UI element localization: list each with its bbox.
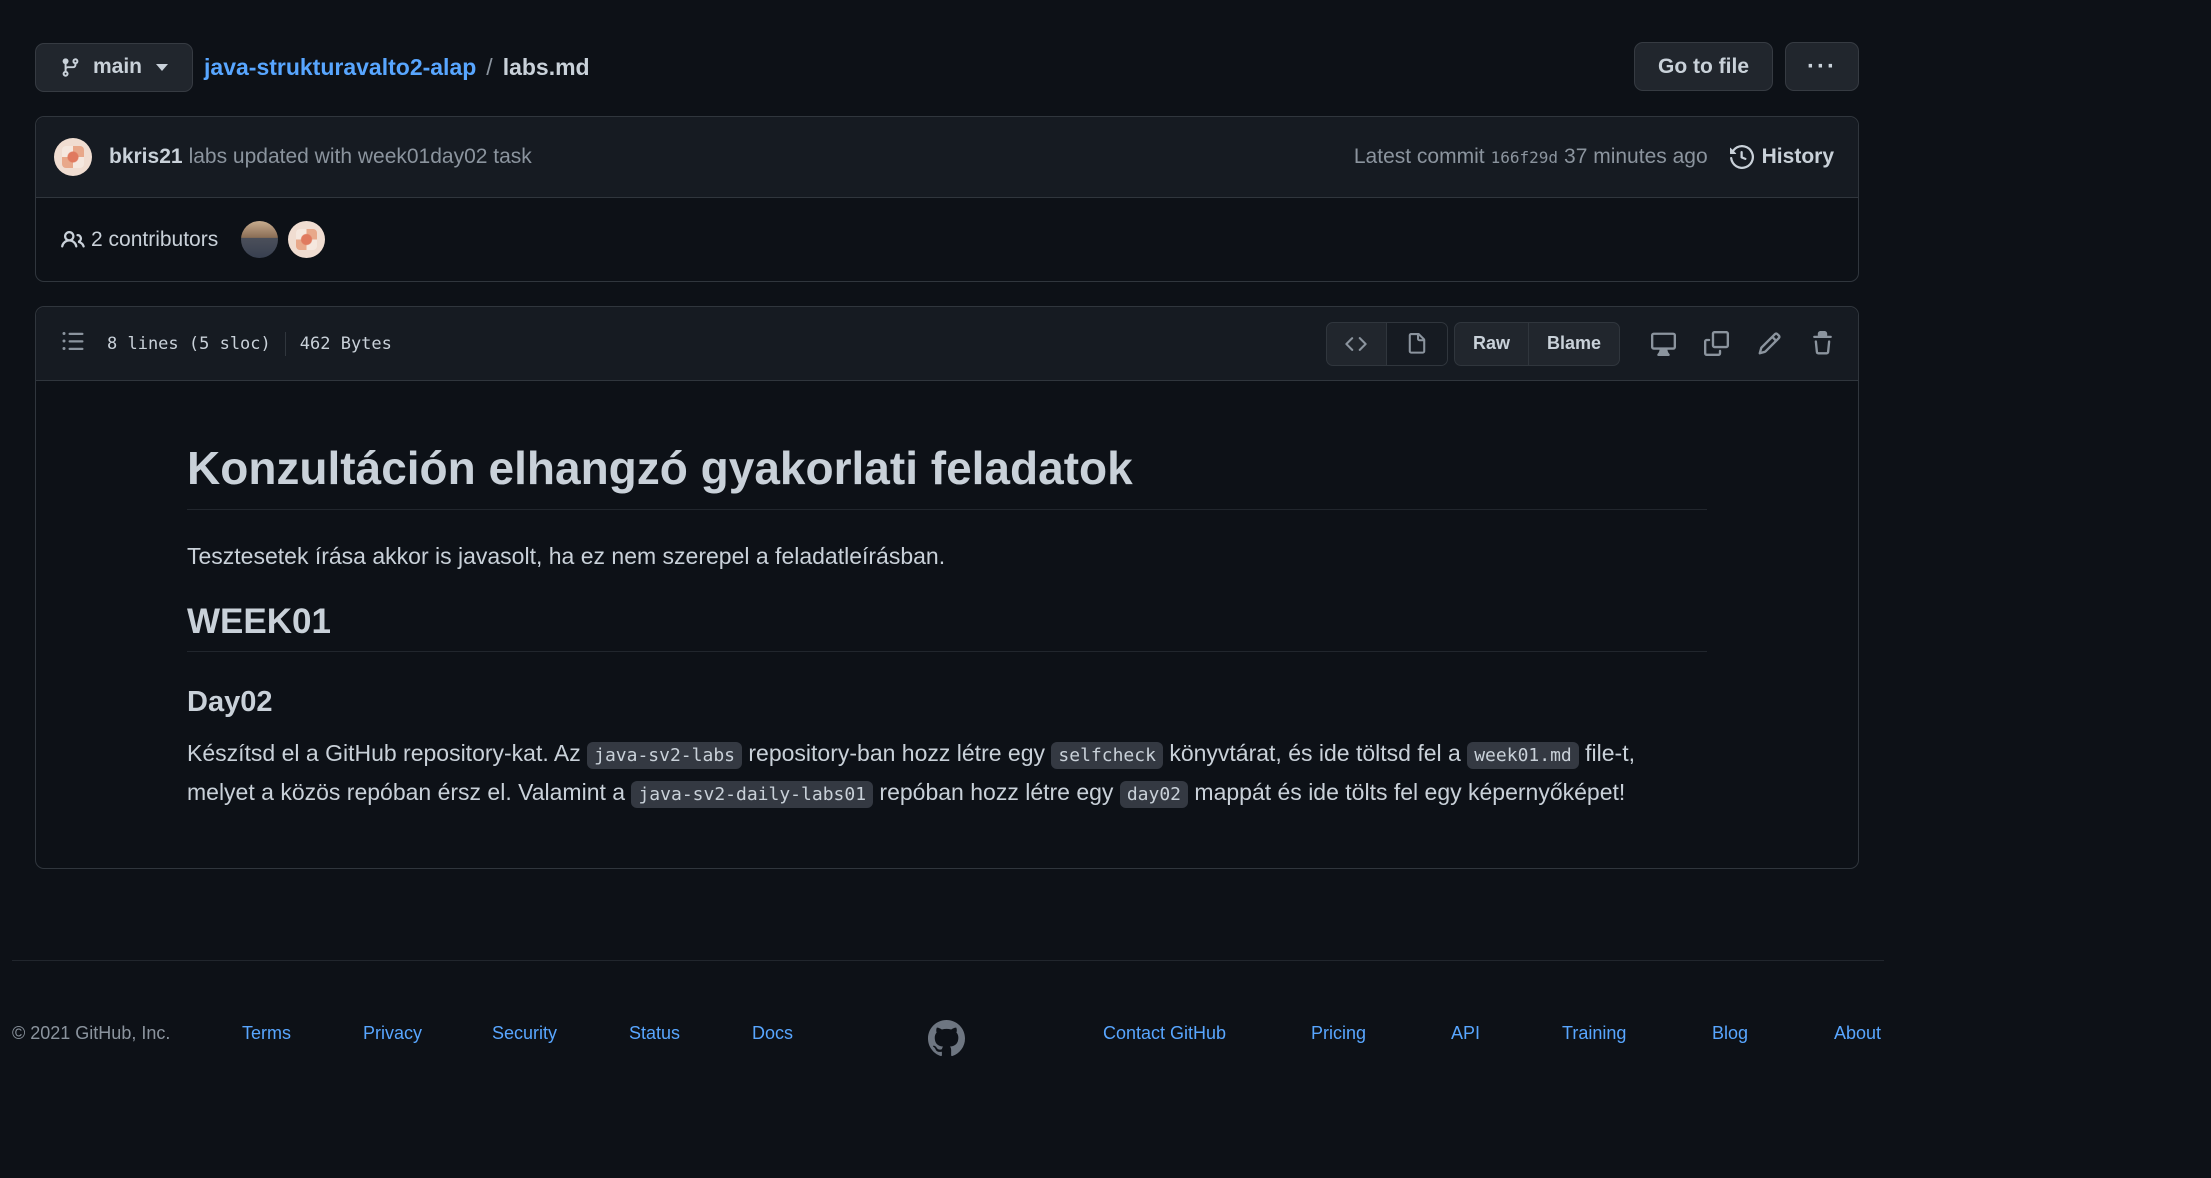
code-icon: [1345, 336, 1368, 351]
desktop-icon: [1650, 332, 1676, 356]
contributors-link[interactable]: 2 contributors: [61, 228, 218, 252]
task-text: könyvtárat, és ide töltsd fel a: [1162, 740, 1468, 766]
footer-link-pricing[interactable]: Pricing: [1311, 1023, 1366, 1044]
heading-day02: Day02: [187, 686, 273, 718]
caret-down-icon: [156, 63, 169, 71]
file-navigation: main java-strukturavalto2-alap / labs.md…: [35, 42, 1859, 92]
footer-link-api[interactable]: API: [1451, 1023, 1480, 1044]
task-text: Készítsd el a GitHub repository-kat. Az: [187, 740, 588, 766]
branch-icon: [62, 57, 79, 77]
commit-message[interactable]: labs updated with week01day02 task: [189, 145, 532, 169]
blame-button[interactable]: Blame: [1529, 323, 1619, 365]
display-source-button[interactable]: [1327, 322, 1387, 365]
contributors-row: 2 contributors: [36, 198, 1858, 281]
history-icon: [1729, 145, 1754, 169]
footer-link-status[interactable]: Status: [629, 1023, 680, 1044]
inline-code: week01.md: [1467, 742, 1579, 769]
more-options-button[interactable]: ···: [1785, 42, 1859, 91]
commit-sha[interactable]: 166f29d: [1491, 148, 1558, 167]
inline-code: java-sv2-labs: [587, 742, 742, 769]
file-name: labs.md: [502, 53, 590, 80]
heading-title: Konzultáción elhangzó gyakorlati feladat…: [187, 441, 1707, 510]
file-lines: 8 lines (5 sloc): [107, 333, 271, 354]
intro-paragraph: Tesztesetek írása akkor is javasolt, ha …: [187, 543, 946, 569]
branch-name: main: [93, 55, 143, 78]
branch-select-button[interactable]: main: [35, 42, 194, 92]
footer-link-training[interactable]: Training: [1562, 1023, 1626, 1044]
table-of-contents-button[interactable]: [61, 329, 85, 358]
open-desktop-button[interactable]: [1649, 330, 1677, 358]
latest-commit-row: bkris21 labs updated with week01day02 ta…: [36, 117, 1858, 198]
contributor-avatars: [241, 221, 326, 258]
display-rendered-button[interactable]: [1386, 322, 1447, 365]
copy-icon: [1703, 331, 1729, 356]
task-text: repository-ban hozz létre egy: [742, 740, 1052, 766]
footer-link-contact[interactable]: Contact GitHub: [1103, 1023, 1226, 1044]
go-to-file-button[interactable]: Go to file: [1634, 42, 1773, 91]
contributors-count: 2 contributors: [91, 227, 219, 251]
edit-file-button[interactable]: [1755, 330, 1783, 358]
file-box: 8 lines (5 sloc) 462 Bytes Raw Blame Kon…: [35, 306, 1859, 869]
history-link[interactable]: History: [1729, 145, 1834, 169]
commit-author[interactable]: bkris21: [109, 145, 183, 169]
file-actions: Raw Blame: [1325, 321, 1836, 366]
raw-button[interactable]: Raw: [1455, 322, 1529, 365]
footer-link-security[interactable]: Security: [492, 1023, 557, 1044]
trash-icon: [1812, 331, 1832, 355]
github-logo-icon[interactable]: [928, 1020, 965, 1062]
footer-divider: [12, 960, 1884, 961]
heading-week01: WEEK01: [187, 602, 1707, 652]
people-icon: [61, 230, 85, 248]
history-label: History: [1761, 145, 1834, 168]
footer-link-about[interactable]: About: [1834, 1023, 1881, 1044]
file-icon: [1408, 332, 1426, 354]
task-text: repóban hozz létre egy: [873, 779, 1120, 805]
footer: © 2021 GitHub, Inc. Terms Privacy Securi…: [12, 1020, 1884, 1057]
list-icon: [62, 332, 84, 350]
inline-code: day02: [1119, 781, 1189, 808]
commit-box: bkris21 labs updated with week01day02 ta…: [35, 116, 1859, 282]
main-content: main java-strukturavalto2-alap / labs.md…: [35, 42, 1859, 869]
view-toggle: [1325, 321, 1448, 366]
markdown-body: Konzultáción elhangzó gyakorlati feladat…: [36, 381, 1858, 868]
commit-meta: Latest commit 166f29d 37 minutes ago His…: [1354, 145, 1834, 169]
avatar[interactable]: [54, 138, 92, 176]
repo-link[interactable]: java-strukturavalto2-alap: [204, 54, 476, 81]
inline-code: java-sv2-daily-labs01: [631, 781, 874, 808]
contributor-avatar[interactable]: [288, 221, 326, 258]
divider: [284, 331, 286, 356]
footer-link-docs[interactable]: Docs: [752, 1023, 793, 1044]
commit-time: 37 minutes ago: [1564, 145, 1708, 168]
latest-commit-label: Latest commit: [1353, 145, 1485, 168]
breadcrumb-separator: /: [486, 53, 493, 80]
task-paragraph: Készítsd el a GitHub repository-kat. Az …: [187, 735, 1707, 813]
pencil-icon: [1758, 332, 1781, 355]
footer-copyright: © 2021 GitHub, Inc.: [12, 1023, 171, 1043]
footer-link-terms[interactable]: Terms: [242, 1023, 291, 1044]
footer-link-privacy[interactable]: Privacy: [363, 1023, 422, 1044]
contributor-avatar[interactable]: [241, 221, 279, 258]
copy-raw-button[interactable]: [1702, 330, 1730, 358]
inline-code: selfcheck: [1051, 742, 1163, 769]
file-info: 8 lines (5 sloc) 462 Bytes: [107, 331, 392, 356]
top-actions: Go to file ···: [1634, 42, 1859, 91]
breadcrumb: java-strukturavalto2-alap / labs.md: [204, 54, 590, 81]
delete-file-button[interactable]: [1808, 330, 1836, 358]
task-text: mappát és ide tölts fel egy képernyőképe…: [1188, 779, 1626, 805]
footer-link-blog[interactable]: Blog: [1712, 1023, 1748, 1044]
file-size: 462 Bytes: [299, 333, 392, 354]
file-header: 8 lines (5 sloc) 462 Bytes Raw Blame: [36, 307, 1858, 381]
raw-blame-group: Raw Blame: [1453, 321, 1620, 366]
